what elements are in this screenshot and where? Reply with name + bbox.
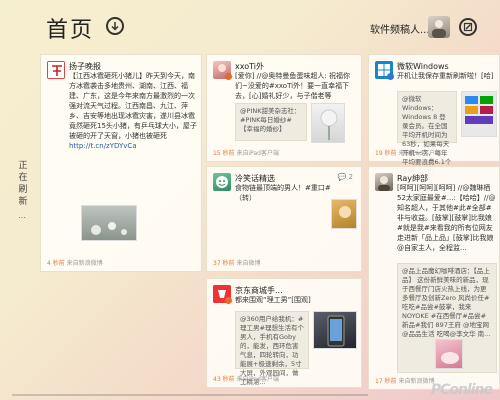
feed-card-jokes[interactable]: 冷笑话精选 💬 2 食物链最顶端的男人！#重口#（转） 37 秒前 来自微博 (206, 166, 362, 272)
post-text: 开机让我保存重新刷新啦！[哈] (397, 72, 494, 80)
retweet-box[interactable]: @PINK甜美杂志社：#PINK每日婚纱#【幸福的婚纱】 (235, 103, 307, 141)
post-link[interactable]: http://t.cn/zYDYvCa (69, 142, 137, 150)
feed-card-yangzi[interactable]: 扬子晚报 【江西冰雹砸死小猪儿】昨天到今天，南方冰雹袭击多地贵州、湖南、江西、福… (40, 54, 202, 272)
post-text: 食物链最顶端的男人！#重口#（转） (235, 184, 331, 202)
post-source: 来自新浪微博 (66, 260, 103, 267)
retweet-box[interactable]: @微软Windows：Windows 8 登录会员。在全国平均开机时间为63秒，… (397, 91, 457, 175)
post-meta: 15 秒前 来自iPad客户端 (213, 148, 279, 157)
avatar[interactable] (47, 61, 65, 79)
post-image[interactable] (311, 103, 345, 143)
avatar[interactable] (213, 173, 231, 191)
smiley-avatar-icon (216, 176, 228, 188)
horizontal-scrollbar[interactable] (12, 394, 368, 396)
post-source: 来自iPad客户端 (398, 150, 441, 157)
retweet-box[interactable]: @360用户给我机：#理工男#理想生活有个男人，手机有Goby的，能发，西环危害… (235, 311, 309, 386)
post-time: 43 秒前 (213, 376, 235, 383)
post-time: 17 秒前 (375, 378, 397, 385)
post-meta: 37 秒前 来自微博 (213, 258, 260, 267)
phone-photo-icon (327, 315, 345, 347)
verified-badge-icon (225, 73, 232, 80)
verified-badge-icon (225, 297, 232, 304)
post-source: 来自新浪微博 (398, 378, 435, 385)
post-meta: 4 秒前 来自新浪微博 (47, 258, 103, 267)
wedding-bouquet-icon (320, 109, 338, 140)
yangzi-logo-icon (48, 62, 64, 78)
post-image[interactable] (461, 91, 497, 137)
retweet-text: @品上品魔幻咖啡酒店：【品上品】 这份新鲜美味的新品，现于西餐厅门店火热上线，为… (402, 267, 491, 338)
post-source: 来自微博 (236, 260, 261, 267)
feed-card-windows[interactable]: 微软Windows 开机让我保存重新刷新啦！[哈] @微软Windows：Win… (368, 54, 500, 175)
avatar[interactable] (375, 173, 393, 191)
post-image[interactable] (331, 199, 357, 229)
retweet-text: @微软Windows：Windows 8 登录会员。在全国平均开机时间为63秒，… (402, 95, 452, 175)
post-text: 【江西冰雹砸死小猪儿】昨天到今天，南方冰雹袭击多地贵州、湖南、江西、福建、广东，… (69, 71, 197, 151)
post-time: 15 秒前 (213, 150, 235, 157)
post-text-content: 【江西冰雹砸死小猪儿】昨天到今天，南方冰雹袭击多地贵州、湖南、江西、福建、广东，… (69, 72, 197, 140)
photo-hail-icon (91, 222, 127, 235)
windows8-screenshot-icon (465, 96, 493, 124)
pconline-watermark: PConline (430, 382, 493, 398)
post-time: 19 秒前 (375, 150, 397, 157)
comment-icon: 💬 (337, 173, 347, 181)
arrow-down-icon (111, 22, 119, 31)
post-meta: 19 秒前 来自iPad客户端 (375, 148, 441, 157)
dessert-photo-icon (441, 352, 459, 364)
chevron-down-button[interactable] (106, 17, 124, 35)
post-time: 37 秒前 (213, 260, 235, 267)
user-avatar[interactable] (428, 16, 450, 38)
post-text: 都来围观“理工男”[围观] (235, 296, 311, 304)
user-photo-icon (378, 176, 390, 191)
retweet-text: @PINK甜美杂志社：#PINK每日婚纱#【幸福的婚纱】 (240, 107, 301, 133)
post-image[interactable] (435, 339, 463, 369)
refresh-status: 正在刷新 (18, 161, 28, 207)
user-avatar-image (432, 20, 446, 38)
page-title: 首页 (46, 18, 95, 43)
pencil-icon (463, 22, 473, 32)
comment-indicator[interactable]: 💬 2 (338, 173, 353, 181)
post-source: 来自iPad客户端 (236, 376, 279, 383)
post-source: 来自iPad客户端 (236, 150, 279, 157)
post-time: 4 秒前 (47, 260, 65, 267)
refresh-spinner: ⋯ (18, 213, 26, 222)
comment-count: 2 (348, 173, 353, 181)
user-name[interactable]: 软件频稿人... (370, 21, 430, 36)
feed-card-jd[interactable]: 京东商城手... 都来围观“理工男”[围观] @360用户给我机：#理工男#理想… (206, 278, 362, 388)
post-image[interactable] (81, 205, 137, 241)
post-text: [爱你] //@奥特曼鱼蛋味超人: 祝福你们~没爱的#xxoTi外！要一直幸福下… (235, 72, 350, 100)
post-image[interactable] (313, 311, 357, 349)
post-meta: 43 秒前 来自iPad客户端 (213, 374, 279, 383)
app-header: 首页 软件频稿人... (0, 0, 500, 50)
feed-card-xxoti[interactable]: xxoTi外 [爱你] //@奥特曼鱼蛋味超人: 祝福你们~没爱的#xxoTi外… (206, 54, 362, 162)
compose-button[interactable] (459, 18, 477, 36)
feed-card-ray[interactable]: Ray绅部 [呵呵][呵呵][呵呵] //@魏琳栖52太家庭最爱#...:【哈哈… (368, 166, 500, 390)
verified-badge-icon (387, 73, 394, 80)
post-meta: 17 秒前 来自新浪微博 (375, 376, 434, 385)
food-photo-icon (339, 206, 351, 218)
post-text: [呵呵][呵呵][呵呵] //@魏琳栖52太家庭最爱#...:【哈哈】//@知名… (397, 184, 496, 252)
